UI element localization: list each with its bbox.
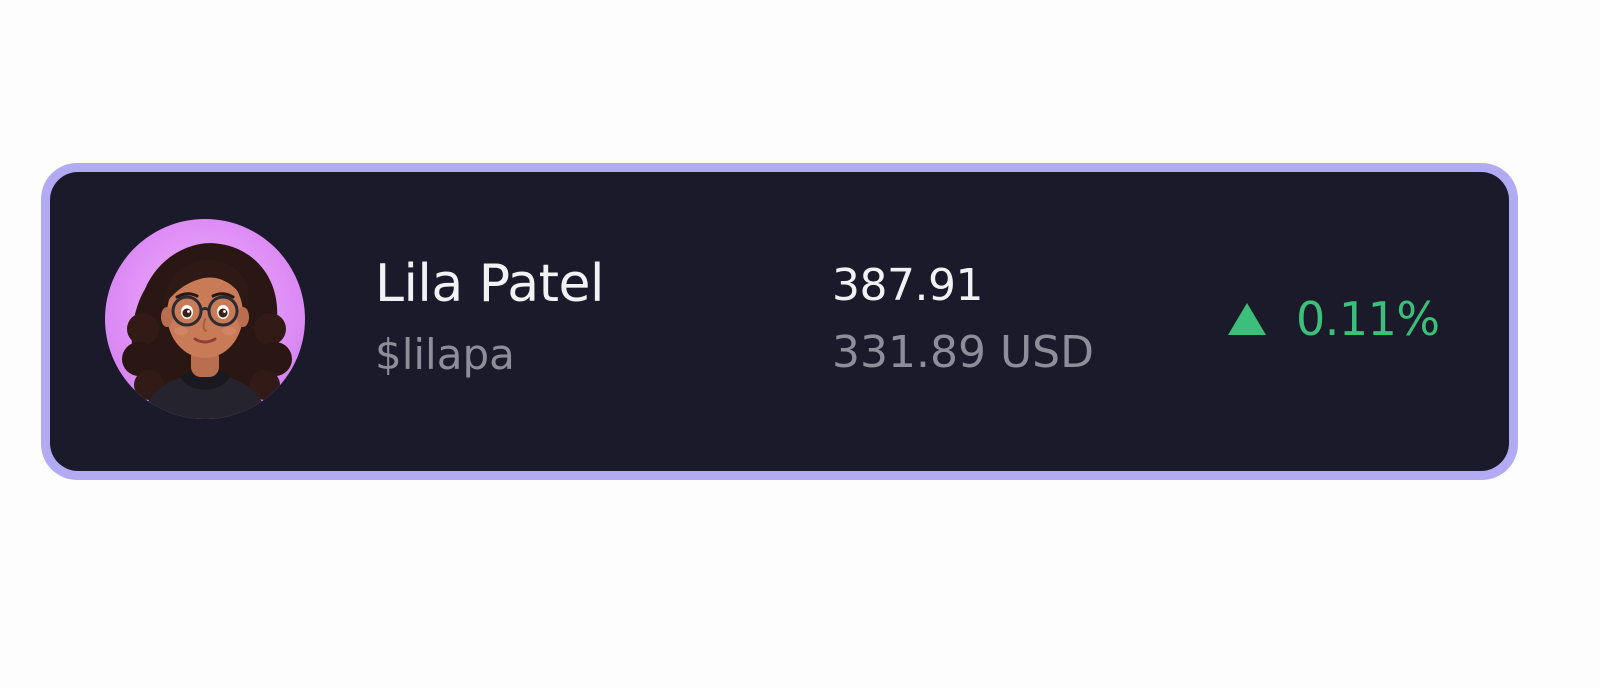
change-percent: 0.11% — [1296, 292, 1440, 346]
token-balance: 387.91 — [832, 260, 983, 311]
wallet-card[interactable]: Lila Patel $lilapa 387.91 331.89 USD 0.1… — [41, 163, 1518, 480]
triangle-up-icon — [1228, 303, 1266, 335]
wallet-card-body: Lila Patel $lilapa 387.91 331.89 USD 0.1… — [50, 172, 1509, 471]
user-handle: $lilapa — [375, 330, 515, 379]
usd-balance: 331.89 USD — [832, 327, 1094, 378]
user-name: Lila Patel — [375, 254, 604, 314]
avatar — [105, 219, 305, 419]
price-change: 0.11% — [1228, 292, 1440, 346]
avatar-illustration — [122, 243, 292, 419]
